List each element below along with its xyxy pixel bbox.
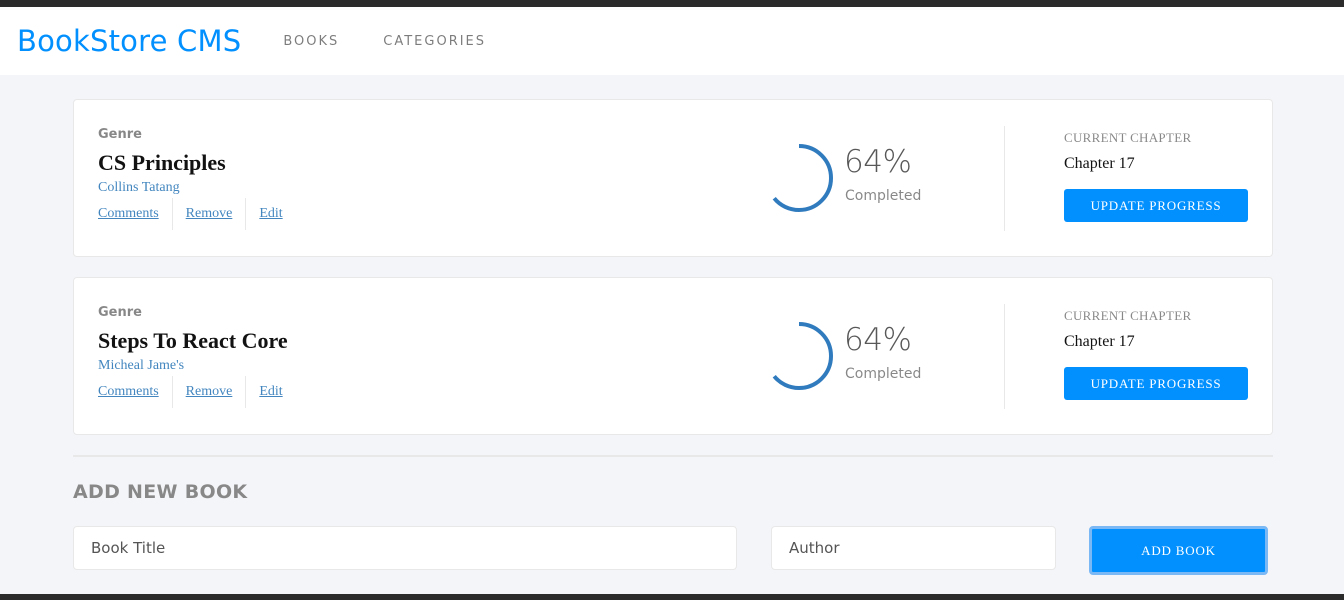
book-actions: Comments Remove Edit (98, 376, 283, 408)
current-chapter-label: CURRENT CHAPTER (1064, 308, 1192, 323)
book-title: Steps To React Core (98, 328, 288, 353)
update-progress-button[interactable]: UPDATE PROGRESS (1064, 189, 1248, 222)
update-progress-button[interactable]: UPDATE PROGRESS (1064, 367, 1248, 400)
window-top-edge (0, 0, 1344, 7)
edit-link[interactable]: Edit (259, 206, 282, 222)
action-divider (171, 376, 173, 408)
comments-link[interactable]: Comments (98, 206, 159, 222)
section-divider (73, 455, 1273, 457)
book-card: Genre Steps To React Core Micheal Jame's… (73, 277, 1273, 435)
window-bottom-edge (0, 594, 1344, 600)
app-page: BookStore CMS BOOKS CATEGORIES Genre CS … (0, 7, 1344, 594)
book-genre: Genre (98, 127, 142, 142)
brand-logo: BookStore CMS (17, 24, 242, 58)
progress-ring-arc (765, 322, 833, 390)
edit-link[interactable]: Edit (259, 384, 282, 400)
vertical-divider (1004, 304, 1005, 409)
book-actions: Comments Remove Edit (98, 198, 283, 230)
progress-percent: 64% (844, 144, 912, 180)
current-chapter-label: CURRENT CHAPTER (1064, 130, 1192, 145)
book-title-input[interactable] (73, 526, 737, 570)
navbar: BookStore CMS BOOKS CATEGORIES (0, 7, 1344, 75)
nav-books-link[interactable]: BOOKS (283, 34, 339, 49)
book-title: CS Principles (98, 150, 226, 175)
progress-ring-icon (765, 322, 833, 390)
current-chapter-value: Chapter 17 (1064, 333, 1135, 350)
vertical-divider (1004, 126, 1005, 231)
action-divider (171, 198, 173, 230)
book-genre: Genre (98, 305, 142, 320)
remove-link[interactable]: Remove (186, 206, 233, 222)
add-book-heading: ADD NEW BOOK (73, 481, 248, 503)
progress-status: Completed (845, 366, 922, 382)
book-card: Genre CS Principles Collins Tatang Comme… (73, 99, 1273, 257)
current-chapter-value: Chapter 17 (1064, 155, 1135, 172)
add-book-button[interactable]: ADD BOOK (1089, 526, 1268, 575)
author-input[interactable] (771, 526, 1056, 570)
progress-ring-icon (765, 144, 833, 212)
progress-percent: 64% (844, 322, 912, 358)
book-author: Micheal Jame's (98, 358, 185, 373)
remove-link[interactable]: Remove (186, 384, 233, 400)
book-author: Collins Tatang (98, 180, 180, 195)
action-divider (245, 198, 247, 230)
progress-status: Completed (845, 188, 922, 204)
comments-link[interactable]: Comments (98, 384, 159, 400)
action-divider (245, 376, 247, 408)
nav-categories-link[interactable]: CATEGORIES (383, 34, 486, 49)
progress-ring-arc (765, 144, 833, 212)
